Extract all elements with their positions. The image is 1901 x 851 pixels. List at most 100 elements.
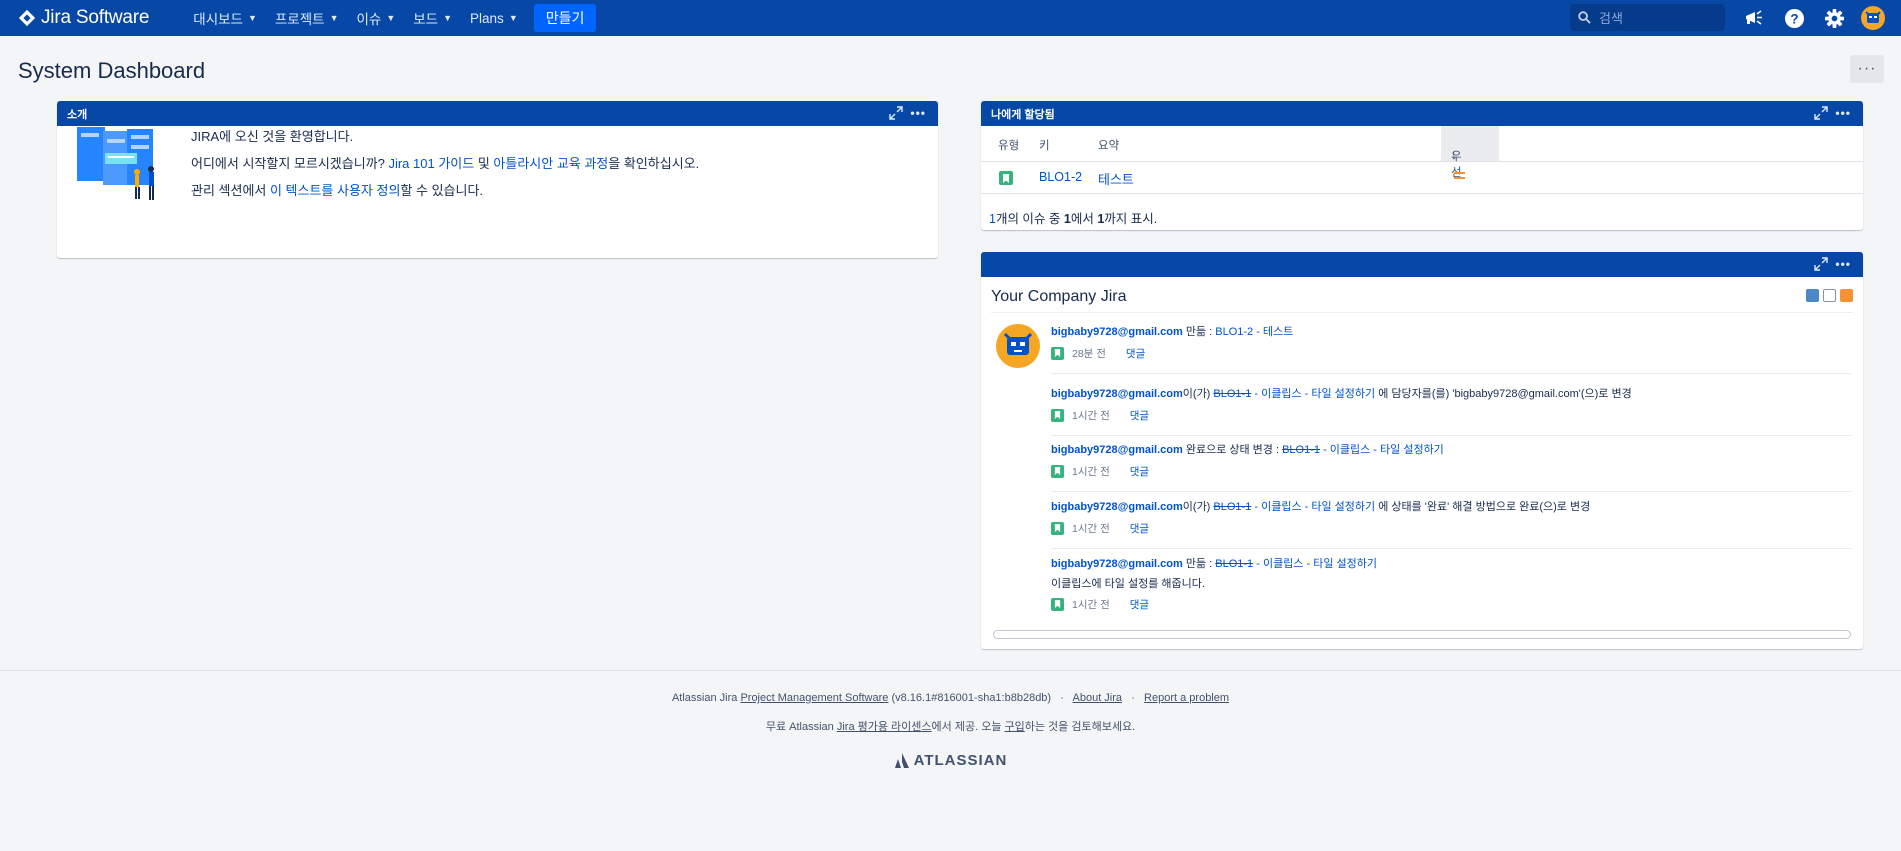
gadget-header: 나에게 할당됨 ••• (981, 101, 1863, 126)
text: 어디에서 시작할지 모르시겠습니까? (191, 156, 389, 171)
issue-link[interactable]: - 이클립스 - 타일 설정하기 (1251, 388, 1375, 400)
issue-key-link[interactable]: BLO1-2 (1039, 170, 1082, 184)
nav-projects[interactable]: 프로젝트 ▼ (267, 0, 347, 36)
divider (1051, 548, 1851, 549)
full-view-icon[interactable] (1806, 289, 1819, 302)
sort-desc-icon: ↓ (1451, 148, 1457, 162)
text: 무료 Atlassian (765, 721, 837, 733)
version-text: (v8.16.1#816001-sha1:b8b28db) (888, 692, 1052, 704)
evaluation-license-link[interactable]: Jira 평가용 라이센스 (837, 721, 932, 733)
purchase-link[interactable]: 구입 (1005, 721, 1025, 733)
about-jira-link[interactable]: About Jira (1073, 692, 1123, 704)
announcement-icon[interactable] (1742, 6, 1766, 30)
create-button[interactable]: 만들기 (533, 4, 597, 32)
more-options-icon[interactable]: ••• (1835, 106, 1851, 120)
activity-text: bigbaby9728@gmail.com이(가) BLO1-1 - 이클립스 … (1051, 386, 1851, 402)
project-management-link[interactable]: Project Management Software (740, 692, 888, 704)
nav-issues[interactable]: 이슈 ▼ (349, 0, 404, 36)
nav-label: 이슈 (356, 12, 382, 27)
footer-line-1: Atlassian Jira Project Management Softwa… (0, 692, 1901, 704)
issue-key-link[interactable]: BLO1-1 (1215, 558, 1253, 570)
settings-gear-icon[interactable] (1822, 6, 1846, 30)
story-icon (1051, 521, 1064, 535)
rss-feed-icon[interactable] (1840, 289, 1853, 302)
comment-link[interactable]: 댓글 (1130, 521, 1149, 536)
text: 까지 표시. (1104, 212, 1158, 226)
issue-link[interactable]: - 이클립스 - 타일 설정하기 (1251, 501, 1375, 513)
story-icon (1051, 597, 1064, 611)
footer-line-2: 무료 Atlassian Jira 평가용 라이센스에서 제공. 오늘 구입하는… (0, 718, 1901, 734)
nav-label: 보드 (413, 12, 439, 27)
user-link[interactable]: bigbaby9728@gmail.com (1051, 326, 1183, 338)
comment-link[interactable]: 댓글 (1126, 346, 1145, 361)
activity-text: bigbaby9728@gmail.com 만듦 : BLO1-1 - 이클립스… (1051, 556, 1851, 572)
atlassian-training-link[interactable]: 아틀라시안 교육 과정 (493, 156, 608, 171)
atlassian-logo[interactable]: ATLASSIAN (0, 752, 1901, 769)
user-avatar[interactable] (996, 324, 1040, 368)
issue-key-link[interactable]: BLO1-1 (1213, 501, 1251, 513)
user-link[interactable]: bigbaby9728@gmail.com (1051, 444, 1183, 456)
maximize-icon[interactable] (1814, 106, 1829, 120)
activity-description: 이클립스에 타일 설정를 해줍니다. (1051, 578, 1205, 590)
comment-link[interactable]: 댓글 (1130, 464, 1149, 479)
dashboard-more-button[interactable]: ··· (1850, 55, 1884, 83)
nav-label: Plans (470, 10, 504, 26)
activity-meta: 1시간 전 댓글 (1051, 464, 1851, 478)
show-more-bar[interactable] (993, 630, 1851, 639)
story-icon (999, 171, 1013, 185)
user-avatar[interactable] (1861, 6, 1885, 30)
range-from: 1 (1063, 212, 1071, 226)
issue-key-link[interactable]: BLO1-1 (1213, 388, 1251, 400)
gadget-title: 소개 (67, 108, 88, 121)
maximize-icon[interactable] (1814, 257, 1829, 271)
col-type[interactable]: 유형 (998, 137, 1019, 153)
comment-link[interactable]: 댓글 (1130, 597, 1149, 612)
nav-dashboards[interactable]: 대시보드 ▼ (185, 0, 265, 36)
search-input[interactable]: 검색 (1570, 4, 1725, 31)
more-options-icon[interactable]: ••• (1835, 257, 1851, 271)
intro-text: JIRA에 오신 것을 환영합니다. 어디에서 시작할지 모르시겠습니까? Ji… (191, 123, 699, 204)
jira-logo[interactable]: Jira Software (18, 0, 149, 36)
priority-medium-icon (1454, 172, 1465, 182)
help-icon[interactable]: ? (1782, 6, 1806, 30)
text: 만듦 : (1182, 558, 1216, 570)
text: Atlassian Jira (671, 692, 741, 704)
comment-link[interactable]: 댓글 (1130, 408, 1149, 423)
nav-plans[interactable]: Plans ▼ (462, 0, 526, 36)
story-icon (1051, 408, 1064, 422)
report-problem-link[interactable]: Report a problem (1144, 692, 1229, 704)
more-options-icon[interactable]: ••• (910, 106, 926, 120)
col-key[interactable]: 키 (1039, 137, 1050, 153)
top-navigation-bar: Jira Software 대시보드 ▼ 프로젝트 ▼ 이슈 ▼ 보드 ▼ Plans ▼… (0, 0, 1901, 36)
customize-text-link[interactable]: 이 텍스트를 사용자 정의 (270, 183, 400, 198)
nav-label: 대시보드 (193, 12, 243, 27)
divider (1051, 373, 1851, 374)
issue-summary-link[interactable]: 테스트 (1098, 169, 1134, 188)
welcome-illustration (77, 127, 154, 200)
text: 만듦 : (1182, 326, 1216, 338)
activity-meta: 1시간 전 댓글 (1051, 521, 1851, 535)
issue-link[interactable]: - 이클립스 - 타일 설정하기 (1253, 558, 1377, 570)
user-link[interactable]: bigbaby9728@gmail.com (1051, 501, 1183, 513)
issue-link[interactable]: BLO1-2 - 테스트 (1215, 326, 1293, 338)
timestamp: 1시간 전 (1072, 465, 1110, 478)
timestamp: 28분 전 (1072, 347, 1106, 360)
chevron-down-icon: ▼ (247, 13, 257, 23)
list-view-icon[interactable] (1823, 289, 1836, 302)
text: 개의 이슈 중 (995, 212, 1064, 226)
maximize-icon[interactable] (889, 106, 904, 120)
table-header: 유형 키 요약 우선 ↓ (981, 126, 1863, 179)
nav-boards[interactable]: 보드 ▼ (405, 0, 460, 36)
jira-101-guide-link[interactable]: Jira 101 가이드 (388, 156, 474, 171)
issue-link[interactable]: - 이클립스 - 타일 설정하기 (1320, 444, 1444, 456)
chevron-down-icon: ▼ (386, 13, 396, 23)
issue-count-link[interactable]: 1 (989, 212, 996, 226)
col-summary[interactable]: 요약 (1098, 137, 1119, 153)
user-link[interactable]: bigbaby9728@gmail.com (1051, 388, 1183, 400)
text: 에서 (1070, 212, 1098, 226)
chevron-down-icon: ▼ (508, 13, 518, 23)
welcome-line: JIRA에 오신 것을 환영합니다. (191, 129, 354, 144)
activity-item: bigbaby9728@gmail.com 완료으로 상태 변경 : BLO1-… (1051, 442, 1851, 492)
issue-key-link[interactable]: BLO1-1 (1282, 444, 1320, 456)
user-link[interactable]: bigbaby9728@gmail.com (1051, 558, 1183, 570)
